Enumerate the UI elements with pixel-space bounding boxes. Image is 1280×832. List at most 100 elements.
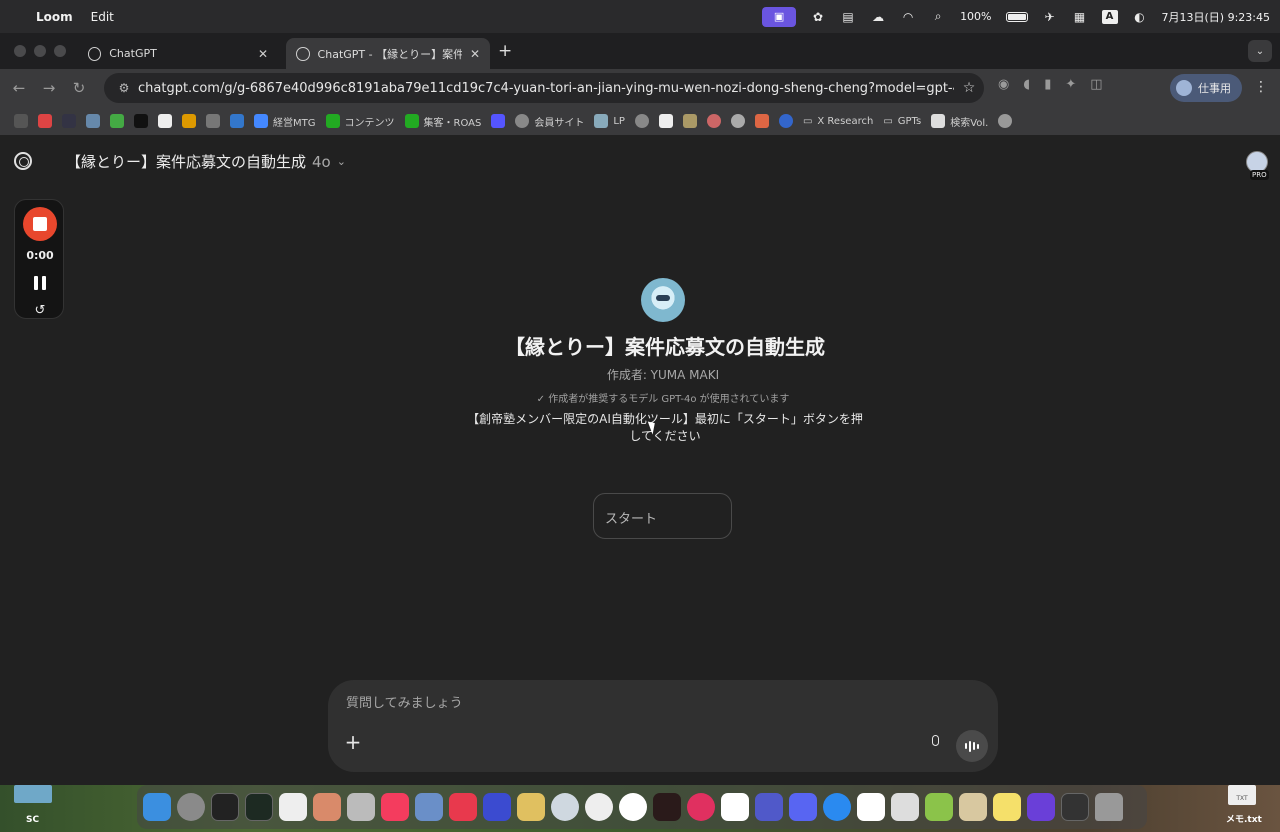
messenger-icon[interactable] — [823, 793, 851, 821]
pause-icon[interactable] — [32, 276, 48, 292]
gpt-author[interactable]: 作成者: YUMA MAKI — [0, 366, 1280, 383]
terminal-icon[interactable] — [211, 793, 239, 821]
puzzle-icon[interactable]: ✦ — [1065, 77, 1076, 92]
address-bar[interactable]: ⚙ chatgpt.com/g/g-6867e40d996c8191aba79e… — [104, 73, 984, 103]
chatgpt-bookmark-icon[interactable] — [730, 114, 745, 128]
close-window-button[interactable] — [14, 45, 26, 57]
globe-icon[interactable] — [634, 114, 649, 128]
drive-icon[interactable] — [230, 114, 244, 128]
activity-monitor-icon[interactable] — [245, 793, 273, 821]
settings-icon[interactable] — [177, 793, 205, 821]
remote-icon[interactable]: ✈ — [1042, 10, 1058, 24]
stop-recording-button[interactable] — [23, 207, 57, 241]
desktop-file-label[interactable]: メモ.txt — [1226, 812, 1262, 825]
browser-menu-icon[interactable]: ⋮ — [1254, 79, 1268, 95]
loom-menubar-icon[interactable]: ▣ — [762, 6, 797, 27]
mic-extension-icon[interactable]: ◖ — [1023, 77, 1030, 92]
menubar-edit[interactable]: Edit — [91, 10, 114, 24]
claude-icon[interactable] — [754, 114, 769, 128]
finder-icon[interactable] — [143, 793, 171, 821]
battery-icon[interactable] — [1005, 11, 1028, 22]
profile-button[interactable]: 仕事用 — [1170, 74, 1242, 102]
close-tab-icon[interactable]: ✕ — [470, 47, 480, 61]
recent-window-icon[interactable] — [1061, 793, 1089, 821]
star-icon[interactable]: ☆ — [954, 80, 984, 96]
wifi-icon[interactable]: ◠ — [900, 10, 916, 24]
bookmark-keiei[interactable]: 経営MTG — [254, 114, 316, 129]
extension-icon[interactable]: ▮ — [1044, 77, 1051, 92]
tab-gpt-active[interactable]: ChatGPT - 【縁とりー】案件応 ✕ — [286, 38, 490, 69]
voice-mode-icon[interactable] — [956, 730, 988, 762]
slack-icon[interactable] — [721, 793, 749, 821]
gmail-icon[interactable] — [38, 114, 52, 128]
app-icon[interactable] — [313, 793, 341, 821]
calculator-icon[interactable] — [347, 793, 375, 821]
bookmark-icon[interactable] — [110, 114, 124, 128]
music-icon[interactable] — [381, 793, 409, 821]
new-tab-icon[interactable]: + — [498, 41, 512, 61]
site-info-icon[interactable]: ⚙ — [110, 81, 138, 95]
bookmark-folder-gpts[interactable]: ▭ GPTs — [883, 116, 921, 127]
notes-icon[interactable] — [993, 793, 1021, 821]
conversation-starter-button[interactable]: スタート — [593, 493, 732, 539]
prompt-input[interactable] — [346, 696, 906, 711]
app-icon[interactable] — [483, 793, 511, 821]
apps-icon[interactable] — [14, 114, 28, 128]
discord-icon[interactable] — [789, 793, 817, 821]
control-center-icon[interactable]: ◐ — [1132, 10, 1148, 24]
bookmark-icon[interactable] — [998, 114, 1013, 128]
x-icon[interactable] — [134, 114, 148, 128]
chrome-icon[interactable] — [585, 793, 613, 821]
camera-icon[interactable]: ◉ — [998, 77, 1009, 92]
app-icon[interactable] — [959, 793, 987, 821]
xmind-icon[interactable] — [449, 793, 477, 821]
bookmark-lp[interactable]: LP — [594, 114, 625, 128]
amazon-icon[interactable] — [658, 114, 673, 128]
cloud-icon[interactable]: ☁ — [870, 10, 886, 24]
search-icon[interactable]: ⌕ — [930, 9, 946, 24]
minimize-window-button[interactable] — [34, 45, 46, 57]
bookmark-member[interactable]: 会員サイト — [515, 114, 584, 129]
zoom-window-button[interactable] — [54, 45, 66, 57]
notion-icon[interactable] — [158, 114, 172, 128]
input-mode-icon[interactable]: A — [1101, 9, 1118, 24]
sidepanel-icon[interactable]: ◫ — [1090, 77, 1102, 92]
bookmark-search-vol[interactable]: 検索Vol. — [931, 114, 988, 129]
back-icon[interactable]: ← — [4, 79, 34, 97]
menubar-extra-icon[interactable]: ✿ — [810, 10, 826, 24]
close-tab-icon[interactable]: ✕ — [258, 47, 268, 61]
bookmark-folder-x-research[interactable]: ▭ X Research — [803, 116, 873, 127]
quicktime-icon[interactable] — [551, 793, 579, 821]
txt-file-icon[interactable]: TXT — [1228, 785, 1256, 805]
folder-app-icon[interactable] — [517, 793, 545, 821]
clipboard-icon[interactable]: ▤ — [840, 10, 856, 24]
bookmark-icon[interactable] — [778, 114, 793, 128]
bookmark-icon[interactable] — [62, 114, 76, 128]
freeform-icon[interactable] — [279, 793, 307, 821]
menubar-clock[interactable]: 7月13日(日) 9:23:45 — [1162, 9, 1270, 25]
tab-chatgpt[interactable]: ChatGPT ✕ — [78, 38, 278, 69]
trash-icon[interactable] — [1095, 793, 1123, 821]
tab-search-icon[interactable]: ⌄ — [1248, 40, 1272, 62]
forward-icon[interactable]: → — [34, 79, 64, 97]
plus-icon[interactable]: + — [342, 732, 364, 754]
app-icon[interactable] — [687, 793, 715, 821]
calendar-icon[interactable]: ▦ — [1072, 10, 1088, 24]
textedit-icon[interactable] — [891, 793, 919, 821]
bookmark-icon[interactable] — [86, 114, 100, 128]
openai-logo-icon[interactable] — [14, 152, 32, 170]
preview-icon[interactable] — [415, 793, 443, 821]
bookmark-icon[interactable] — [682, 114, 697, 128]
url-text[interactable]: chatgpt.com/g/g-6867e40d996c8191aba79e11… — [138, 81, 954, 96]
desktop-file-label[interactable]: SC — [26, 815, 39, 825]
reload-icon[interactable]: ↻ — [64, 79, 94, 97]
app-icon[interactable] — [857, 793, 885, 821]
desktop-file-icon[interactable] — [14, 785, 52, 803]
app-icon[interactable] — [653, 793, 681, 821]
menubar-app-name[interactable]: Loom — [36, 10, 73, 24]
analytics-icon[interactable] — [182, 114, 196, 128]
bookmark-shukyaku[interactable]: 集客・ROAS — [404, 114, 481, 129]
bookmark-icon[interactable] — [706, 114, 721, 128]
restart-icon[interactable]: ↺ — [15, 303, 65, 318]
bookmark-icon[interactable] — [206, 114, 220, 128]
